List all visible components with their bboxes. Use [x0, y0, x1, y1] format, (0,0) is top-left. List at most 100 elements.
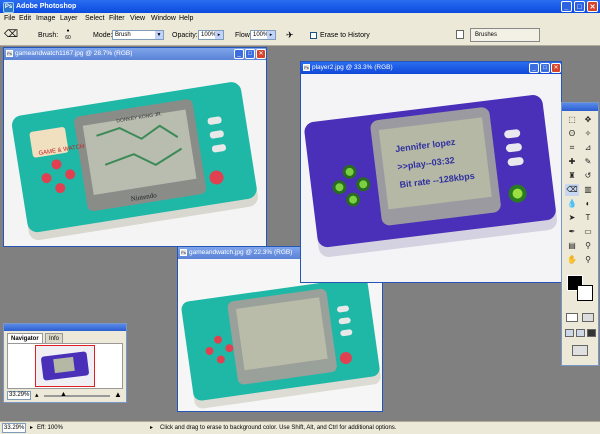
- navigator-zoom-field[interactable]: 33.29%: [7, 391, 31, 400]
- brush-preset-picker[interactable]: ● 60: [62, 28, 74, 43]
- status-zoom-field[interactable]: 33.29%: [2, 423, 26, 433]
- app-title: Adobe Photoshop: [16, 3, 77, 10]
- screen-mode-full-icon[interactable]: [587, 329, 596, 337]
- type-tool-icon[interactable]: T: [581, 212, 595, 224]
- toolbox-header[interactable]: [562, 103, 598, 111]
- path-selection-icon[interactable]: ➤: [565, 212, 579, 224]
- document-close-button[interactable]: ✕: [256, 49, 266, 59]
- move-tool-icon[interactable]: ✥: [581, 114, 595, 126]
- status-message: Click and drag to erase to background co…: [160, 425, 397, 431]
- marquee-tool-icon[interactable]: ⬚: [565, 114, 579, 126]
- eraser-icon[interactable]: ⌫: [565, 184, 579, 196]
- minimize-button[interactable]: _: [561, 1, 572, 12]
- chevron-down-icon: ▼: [155, 31, 163, 39]
- status-bar: 33.29% ▸ Eff: 100% ▸ Click and drag to e…: [0, 421, 600, 434]
- document-minimize-button[interactable]: _: [529, 63, 539, 73]
- eyedropper-icon[interactable]: ⚲: [581, 240, 595, 252]
- background-color-swatch[interactable]: [577, 285, 593, 301]
- document-icon: Ps: [303, 64, 310, 71]
- app-title-bar: Ps Adobe Photoshop _ □ ✕: [0, 0, 600, 13]
- screen-mode-standard-icon[interactable]: [565, 329, 574, 337]
- file-browser-icon[interactable]: [456, 30, 464, 39]
- navigator-view-box[interactable]: [35, 345, 95, 387]
- opacity-field[interactable]: 100% ▸: [198, 30, 224, 40]
- menu-bar: File Edit Image Layer Select Filter View…: [0, 13, 600, 25]
- healing-brush-icon[interactable]: ✚: [565, 156, 579, 168]
- document-maximize-button[interactable]: □: [540, 63, 550, 73]
- airbrush-icon[interactable]: ✈: [286, 30, 294, 41]
- chevron-right-icon: ▸: [267, 31, 275, 39]
- document-title: player2.jpg @ 33.3% (RGB): [312, 64, 393, 71]
- flow-field[interactable]: 100% ▸: [250, 30, 276, 40]
- menu-select[interactable]: Select: [85, 13, 104, 25]
- blur-tool-icon[interactable]: 💧: [565, 198, 579, 210]
- eraser-tool-icon[interactable]: ⌫: [4, 29, 18, 41]
- slice-tool-icon[interactable]: ⊿: [581, 142, 595, 154]
- mode-label: Mode:: [93, 32, 113, 39]
- menu-file[interactable]: File: [4, 13, 15, 25]
- document-window-gameandwatch1167[interactable]: Ps gameandwatch1167.jpg @ 28.7% (RGB) _ …: [3, 47, 267, 247]
- hand-tool-icon[interactable]: ✋: [565, 254, 579, 266]
- erase-to-history-label: Erase to History: [320, 32, 370, 39]
- opacity-label: Opacity:: [172, 32, 198, 39]
- navigator-header[interactable]: [4, 324, 126, 331]
- jump-to-imageready-icon[interactable]: [572, 345, 588, 356]
- mode-value: Brush: [115, 32, 131, 38]
- magic-wand-icon[interactable]: ✧: [581, 128, 595, 140]
- document-window-player2[interactable]: Ps player2.jpg @ 33.3% (RGB) _ □ ✕ Jenni…: [300, 61, 562, 283]
- document-maximize-button[interactable]: □: [245, 49, 255, 59]
- status-arrow-icon: ▸: [150, 425, 154, 431]
- mp3-player-mockup: Jennifer lopez >>play--03:32 Bit rate --…: [304, 95, 558, 257]
- zoom-out-icon[interactable]: ▴: [35, 391, 39, 399]
- brushes-tab[interactable]: Brushes: [470, 28, 540, 42]
- brush-size: 60: [65, 35, 71, 41]
- crop-tool-icon[interactable]: ⌗: [565, 142, 579, 154]
- screen-mode-full-menu-icon[interactable]: [576, 329, 585, 337]
- lasso-tool-icon[interactable]: ʘ: [565, 128, 579, 140]
- gameandwatch-photo: GAME & WATCH DONKEY KONG JR. Nintendo: [11, 82, 258, 241]
- zoom-slider-thumb[interactable]: ▲: [60, 391, 67, 398]
- document-canvas[interactable]: GAME & WATCH DONKEY KONG JR. Nintendo: [4, 60, 266, 246]
- tab-navigator[interactable]: Navigator: [7, 333, 43, 343]
- navigator-zoom-slider[interactable]: [44, 395, 110, 397]
- dodge-tool-icon[interactable]: ◐: [581, 198, 595, 210]
- maximize-button[interactable]: □: [574, 1, 585, 12]
- document-title-bar[interactable]: Ps gameandwatch1167.jpg @ 28.7% (RGB) _ …: [4, 48, 266, 60]
- gradient-tool-icon[interactable]: ▥: [581, 184, 595, 196]
- document-icon: Ps: [6, 50, 13, 57]
- zoom-in-icon[interactable]: ▲: [114, 390, 122, 399]
- brush-dot-icon: ●: [66, 28, 70, 34]
- menu-image[interactable]: Image: [36, 13, 55, 25]
- history-brush-icon[interactable]: ↺: [581, 170, 595, 182]
- notes-tool-icon[interactable]: ▤: [565, 240, 579, 252]
- navigator-preview[interactable]: [7, 343, 123, 389]
- tab-info[interactable]: Info: [45, 333, 64, 343]
- menu-window[interactable]: Window: [151, 13, 176, 25]
- erase-to-history-checkbox[interactable]: [310, 32, 317, 39]
- document-canvas[interactable]: Jennifer lopez >>play--03:32 Bit rate --…: [301, 74, 561, 282]
- toolbox-panel: ⬚ ✥ ʘ ✧ ⌗ ⊿ ✚ ✎ ♜ ↺ ⌫ ▥ 💧 ◐ ➤ T ✒ ▭ ▤ ⚲ …: [561, 102, 599, 366]
- pen-tool-icon[interactable]: ✒: [565, 226, 579, 238]
- menu-edit[interactable]: Edit: [19, 13, 31, 25]
- document-title-bar[interactable]: Ps player2.jpg @ 33.3% (RGB) _ □ ✕: [301, 62, 561, 74]
- navigator-panel: Navigator Info 33.29% ▴ ▲ ▲: [3, 323, 127, 403]
- brush-label: Brush:: [38, 32, 59, 39]
- menu-view[interactable]: View: [130, 13, 145, 25]
- mode-select[interactable]: Brush ▼: [112, 30, 164, 40]
- menu-help[interactable]: Help: [179, 13, 193, 25]
- document-title: gameandwatch1167.jpg @ 28.7% (RGB): [15, 50, 133, 57]
- document-title: gameandwatch.jpg @ 22.3% (RGB): [189, 249, 293, 256]
- standard-mode-icon[interactable]: [566, 313, 578, 322]
- zoom-tool-icon[interactable]: ⚲: [581, 254, 595, 266]
- clone-stamp-icon[interactable]: ♜: [565, 170, 579, 182]
- document-minimize-button[interactable]: _: [234, 49, 244, 59]
- document-close-button[interactable]: ✕: [551, 63, 561, 73]
- quick-mask-icon[interactable]: [582, 313, 594, 322]
- status-info-arrow-icon[interactable]: ▸: [30, 422, 33, 434]
- menu-layer[interactable]: Layer: [60, 13, 78, 25]
- brush-tool-icon[interactable]: ✎: [581, 156, 595, 168]
- menu-filter[interactable]: Filter: [109, 13, 125, 25]
- shape-tool-icon[interactable]: ▭: [581, 226, 595, 238]
- close-button[interactable]: ✕: [587, 1, 598, 12]
- photoshop-icon: Ps: [3, 2, 14, 13]
